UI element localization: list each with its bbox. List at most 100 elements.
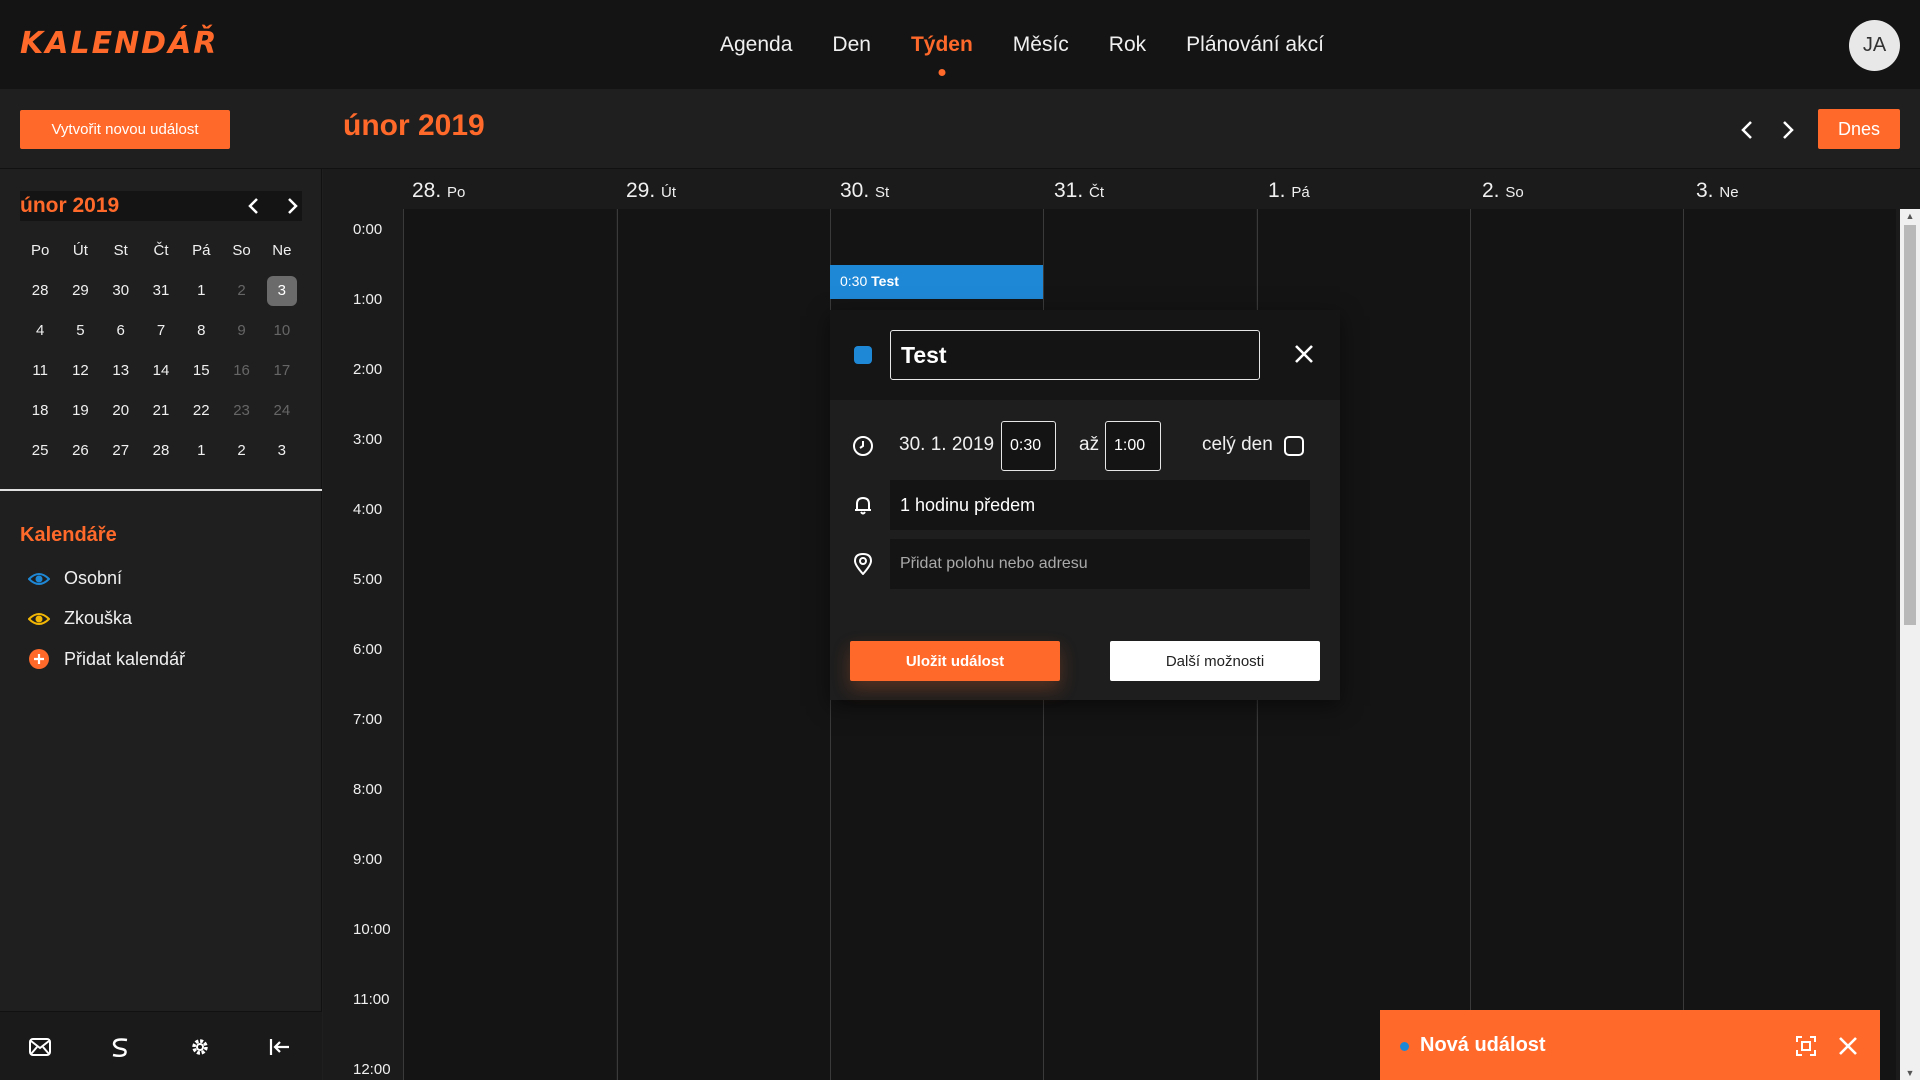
sidebar-tools [0, 1011, 322, 1080]
day-cell[interactable]: 28 [141, 436, 181, 466]
day-column[interactable] [1683, 209, 1896, 1080]
day-cell[interactable]: 9 [221, 316, 261, 346]
event-color-picker[interactable] [854, 346, 872, 364]
day-cell[interactable]: 1 [181, 436, 221, 466]
settings-button[interactable] [185, 1032, 215, 1062]
day-cell[interactable]: 6 [101, 316, 141, 346]
nav-year[interactable]: Rok [1089, 33, 1166, 57]
start-time-input[interactable] [1001, 421, 1056, 471]
mini-next-month-button[interactable] [278, 191, 308, 221]
calendar-item-test[interactable]: Zkouška [28, 608, 132, 629]
scroll-thumb[interactable] [1904, 225, 1916, 625]
add-calendar-button[interactable]: Přidat kalendář [28, 648, 185, 670]
day-cell[interactable]: 13 [101, 356, 141, 386]
day-header[interactable]: 30. St [840, 179, 889, 203]
weekday-label: Út [72, 242, 88, 259]
day-column[interactable] [617, 209, 830, 1080]
popup-close-button[interactable] [1291, 341, 1317, 367]
day-cell[interactable]: 20 [101, 396, 141, 426]
day-header[interactable]: 29. Út [626, 179, 676, 203]
weekday-label: So [232, 242, 251, 259]
day-cell[interactable]: 24 [262, 396, 302, 426]
scrollbar[interactable]: ▲ ▼ [1900, 209, 1920, 1080]
day-cell[interactable]: 30 [101, 276, 141, 306]
day-cell[interactable]: 2 [221, 276, 261, 306]
collapse-sidebar-button[interactable] [265, 1032, 295, 1062]
location-input[interactable]: Přidat polohu nebo adresu [890, 539, 1310, 589]
day-cell[interactable]: 31 [141, 276, 181, 306]
hour-label: 10:00 [353, 921, 391, 938]
day-cell[interactable]: 4 [20, 316, 60, 346]
weekday-label: Čt [153, 242, 169, 259]
new-event-panel[interactable]: Nová událost [1380, 1010, 1880, 1080]
day-header[interactable]: 28. Po [412, 179, 465, 203]
day-cell[interactable]: 23 [221, 396, 261, 426]
all-day-checkbox[interactable] [1284, 436, 1304, 456]
day-name: Ne [1719, 184, 1739, 201]
day-cell[interactable]: 10 [262, 316, 302, 346]
eye-icon[interactable] [28, 571, 50, 587]
app-logo[interactable]: KALENDÁŘ [20, 26, 218, 61]
day-column[interactable] [403, 209, 616, 1080]
day-cell[interactable]: 11 [20, 356, 60, 386]
save-event-button[interactable]: Uložit událost [850, 641, 1060, 681]
more-options-button[interactable]: Další možnosti [1110, 641, 1320, 681]
mail-button[interactable] [25, 1032, 55, 1062]
scroll-up-arrow[interactable]: ▲ [1900, 209, 1920, 223]
day-cell[interactable]: 2 [221, 436, 261, 466]
nav-week[interactable]: Týden [891, 32, 993, 76]
day-header[interactable]: 1. Pá [1268, 179, 1310, 203]
eye-icon[interactable] [28, 611, 50, 627]
day-cell[interactable]: 3 [262, 436, 302, 466]
weekday-label: St [113, 242, 128, 259]
day-cell[interactable]: 14 [141, 356, 181, 386]
nav-agenda[interactable]: Agenda [700, 33, 812, 57]
event-title-input[interactable] [890, 330, 1260, 380]
day-cell[interactable]: 17 [262, 356, 302, 386]
expand-panel-button[interactable] [1794, 1034, 1818, 1058]
day-cell[interactable]: 7 [141, 316, 181, 346]
day-header[interactable]: 31. Čt [1054, 179, 1104, 203]
mail-icon [29, 1038, 51, 1056]
day-column[interactable] [1470, 209, 1683, 1080]
close-panel-button[interactable] [1836, 1034, 1860, 1058]
day-header[interactable]: 3. Ne [1696, 179, 1739, 203]
today-button[interactable]: Dnes [1818, 109, 1900, 149]
nav-month[interactable]: Měsíc [993, 33, 1089, 57]
prev-week-button[interactable] [1732, 113, 1762, 147]
toolbar: Vytvořit novou událost únor 2019 Dnes [0, 89, 1920, 169]
sync-button[interactable] [105, 1032, 135, 1062]
calendar-item-personal[interactable]: Osobní [28, 568, 122, 589]
nav-event-planning[interactable]: Plánování akcí [1166, 33, 1344, 57]
day-cell[interactable]: 29 [60, 276, 100, 306]
reminder-select[interactable]: 1 hodinu předem [890, 480, 1310, 530]
day-cell[interactable]: 18 [20, 396, 60, 426]
day-cell-selected[interactable]: 3 [262, 276, 302, 306]
event-date[interactable]: 30. 1. 2019 [899, 434, 994, 456]
day-cell[interactable]: 25 [20, 436, 60, 466]
day-cell[interactable]: 22 [181, 396, 221, 426]
mini-prev-month-button[interactable] [238, 191, 268, 221]
day-cell[interactable]: 19 [60, 396, 100, 426]
event-block[interactable]: 0:30 Test [830, 265, 1043, 299]
day-cell[interactable]: 16 [221, 356, 261, 386]
avatar[interactable]: JA [1849, 20, 1900, 71]
next-week-button[interactable] [1773, 113, 1803, 147]
create-event-button[interactable]: Vytvořit novou událost [20, 110, 230, 149]
day-header[interactable]: 2. So [1482, 179, 1524, 203]
nav-week-label: Týden [910, 32, 973, 56]
day-cell[interactable]: 27 [101, 436, 141, 466]
end-time-input[interactable] [1105, 421, 1161, 471]
day-cell[interactable]: 28 [20, 276, 60, 306]
day-cell[interactable]: 8 [181, 316, 221, 346]
day-cell[interactable]: 12 [60, 356, 100, 386]
chevron-left-icon [248, 198, 258, 214]
nav-day[interactable]: Den [812, 33, 891, 57]
scroll-down-arrow[interactable]: ▼ [1900, 1066, 1920, 1080]
day-cell[interactable]: 26 [60, 436, 100, 466]
day-cell[interactable]: 1 [181, 276, 221, 306]
day-cell[interactable]: 15 [181, 356, 221, 386]
day-cell[interactable]: 5 [60, 316, 100, 346]
day-cell[interactable]: 21 [141, 396, 181, 426]
day-name: Pá [1291, 184, 1310, 201]
